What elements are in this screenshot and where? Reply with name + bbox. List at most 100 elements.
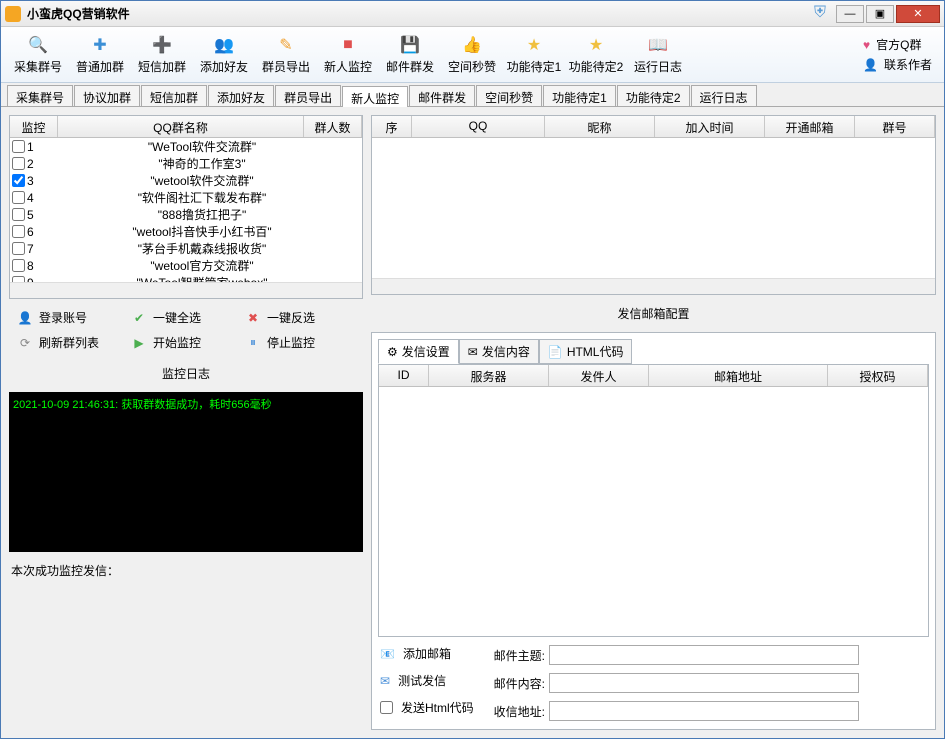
- result-col[interactable]: 昵称: [545, 116, 655, 137]
- left-column: 监控 QQ群名称 群人数 1"WeTool软件交流群"2"神奇的工作室3"3"w…: [9, 115, 363, 730]
- group-row[interactable]: 1"WeTool软件交流群": [10, 138, 362, 155]
- col-count[interactable]: 群人数: [304, 116, 362, 137]
- email-grid-header: ID服务器发件人邮箱地址授权码: [379, 365, 928, 387]
- inner-tab-2[interactable]: 📄HTML代码: [539, 339, 633, 364]
- group-row[interactable]: 5"888撸货扛把子": [10, 206, 362, 223]
- group-row[interactable]: 7"茅台手机戴森线报收货": [10, 240, 362, 257]
- stop-monitor-button[interactable]: ⏸停止监控: [245, 334, 355, 351]
- row-checkbox[interactable]: [12, 174, 25, 187]
- group-row[interactable]: 9"WeTool智群管家webox": [10, 274, 362, 282]
- titlebar: 小蛮虎QQ营销软件 ⛨ — ▣ ✕: [1, 1, 944, 27]
- add-email-button[interactable]: 📧添加邮箱: [380, 645, 474, 662]
- tab-icon: ⚙: [387, 345, 398, 359]
- toolbar-6[interactable]: 💾邮件群发: [379, 29, 441, 80]
- email-bottom-controls: 📧添加邮箱 ✉测试发信 发送Html代码 邮件主题: 邮件内容: 收信地址:: [372, 637, 935, 729]
- result-col[interactable]: 序: [372, 116, 412, 137]
- email-col[interactable]: 授权码: [828, 365, 928, 386]
- tab-icon: ✉: [468, 345, 478, 359]
- tab-6[interactable]: 邮件群发: [409, 85, 475, 106]
- toolbar-1[interactable]: ✚普通加群: [69, 29, 131, 80]
- result-col[interactable]: 加入时间: [655, 116, 765, 137]
- email-grid: ID服务器发件人邮箱地址授权码: [378, 364, 929, 637]
- inner-tab-1[interactable]: ✉发信内容: [459, 339, 539, 364]
- subject-input[interactable]: [549, 645, 859, 665]
- addr-input[interactable]: [549, 701, 859, 721]
- tab-0[interactable]: 采集群号: [7, 85, 73, 106]
- email-col[interactable]: ID: [379, 365, 429, 386]
- select-all-button[interactable]: ✔一键全选: [131, 309, 241, 326]
- refresh-button[interactable]: ⟳刷新群列表: [17, 334, 127, 351]
- group-grid-body[interactable]: 1"WeTool软件交流群"2"神奇的工作室3"3"wetool软件交流群"4"…: [10, 138, 362, 282]
- close-button[interactable]: ✕: [896, 5, 940, 23]
- result-col[interactable]: QQ: [412, 116, 545, 137]
- minimize-button[interactable]: —: [836, 5, 864, 23]
- tab-4[interactable]: 群员导出: [275, 85, 341, 106]
- toolbar-0[interactable]: 🔍采集群号: [7, 29, 69, 80]
- tab-5[interactable]: 新人监控: [342, 86, 408, 107]
- col-name[interactable]: QQ群名称: [58, 116, 304, 137]
- email-grid-body[interactable]: [379, 387, 928, 636]
- row-checkbox[interactable]: [12, 157, 25, 170]
- tab-2[interactable]: 短信加群: [141, 85, 207, 106]
- email-col[interactable]: 邮箱地址: [649, 365, 828, 386]
- h-scrollbar[interactable]: [10, 282, 362, 298]
- toolbar-7[interactable]: 👍空间秒赞: [441, 29, 503, 80]
- result-col[interactable]: 开通邮箱: [765, 116, 855, 137]
- test-send-button[interactable]: ✉测试发信: [380, 672, 474, 689]
- action-buttons: 👤登录账号 ✔一键全选 ✖一键反选 ⟳刷新群列表 ▶开始监控 ⏸停止监控: [9, 305, 363, 355]
- result-col[interactable]: 群号: [855, 116, 935, 137]
- row-checkbox[interactable]: [12, 208, 25, 221]
- official-group-link[interactable]: ♥官方Q群: [863, 36, 932, 53]
- log-console[interactable]: 2021-10-09 21:46:31: 获取群数据成功，耗时656毫秒: [9, 392, 363, 552]
- col-monitor[interactable]: 监控: [10, 116, 58, 137]
- tab-7[interactable]: 空间秒赞: [476, 85, 542, 106]
- toolbar-4[interactable]: ✎群员导出: [255, 29, 317, 80]
- contact-author-link[interactable]: 👤联系作者: [863, 56, 932, 73]
- app-icon: [5, 6, 21, 22]
- send-html-checkbox[interactable]: 发送Html代码: [380, 699, 474, 716]
- tab-1[interactable]: 协议加群: [74, 85, 140, 106]
- main-toolbar: 🔍采集群号✚普通加群➕短信加群👥添加好友✎群员导出■新人监控💾邮件群发👍空间秒赞…: [1, 27, 944, 83]
- login-button[interactable]: 👤登录账号: [17, 309, 127, 326]
- toolbar-8[interactable]: ★功能待定1: [503, 29, 565, 80]
- start-monitor-button[interactable]: ▶开始监控: [131, 334, 241, 351]
- email-inner-tabs: ⚙发信设置✉发信内容📄HTML代码: [372, 333, 935, 364]
- tab-3[interactable]: 添加好友: [208, 85, 274, 106]
- invert-select-button[interactable]: ✖一键反选: [245, 309, 355, 326]
- result-grid-body[interactable]: [372, 138, 935, 278]
- email-col[interactable]: 发件人: [549, 365, 649, 386]
- row-checkbox[interactable]: [12, 259, 25, 272]
- row-checkbox[interactable]: [12, 191, 25, 204]
- row-checkbox[interactable]: [12, 140, 25, 153]
- toolbar-5[interactable]: ■新人监控: [317, 29, 379, 80]
- toolbar-2[interactable]: ➕短信加群: [131, 29, 193, 80]
- email-config-panel: ⚙发信设置✉发信内容📄HTML代码 ID服务器发件人邮箱地址授权码 📧添加邮箱 …: [371, 332, 936, 730]
- monitor-result-panel: 序QQ昵称加入时间开通邮箱群号: [371, 115, 936, 295]
- tab-10[interactable]: 运行日志: [691, 85, 757, 106]
- result-grid-header: 序QQ昵称加入时间开通邮箱群号: [372, 116, 935, 138]
- app-window: 小蛮虎QQ营销软件 ⛨ — ▣ ✕ 🔍采集群号✚普通加群➕短信加群👥添加好友✎群…: [0, 0, 945, 739]
- group-row[interactable]: 2"神奇的工作室3": [10, 155, 362, 172]
- toolbar-3[interactable]: 👥添加好友: [193, 29, 255, 80]
- group-grid-header: 监控 QQ群名称 群人数: [10, 116, 362, 138]
- row-checkbox[interactable]: [12, 242, 25, 255]
- group-row[interactable]: 3"wetool软件交流群": [10, 172, 362, 189]
- right-column: 序QQ昵称加入时间开通邮箱群号 发信邮箱配置 ⚙发信设置✉发信内容📄HTML代码…: [371, 115, 936, 730]
- toolbar-10[interactable]: 📖运行日志: [627, 29, 689, 80]
- content-input[interactable]: [549, 673, 859, 693]
- row-checkbox[interactable]: [12, 225, 25, 238]
- inner-tab-0[interactable]: ⚙发信设置: [378, 339, 459, 364]
- help-button[interactable]: ⛨: [806, 5, 834, 23]
- tab-9[interactable]: 功能待定2: [617, 85, 690, 106]
- main-content: 监控 QQ群名称 群人数 1"WeTool软件交流群"2"神奇的工作室3"3"w…: [1, 107, 944, 738]
- email-col[interactable]: 服务器: [429, 365, 549, 386]
- toolbar-9[interactable]: ★功能待定2: [565, 29, 627, 80]
- status-line: 本次成功监控发信：: [9, 558, 363, 583]
- group-row[interactable]: 8"wetool官方交流群": [10, 257, 362, 274]
- group-row[interactable]: 4"软件阁社汇下载发布群": [10, 189, 362, 206]
- h-scrollbar-right[interactable]: [372, 278, 935, 294]
- tab-8[interactable]: 功能待定1: [543, 85, 616, 106]
- log-line: 2021-10-09 21:46:31: 获取群数据成功，耗时656毫秒: [13, 399, 272, 411]
- group-row[interactable]: 6"wetool抖音快手小红书百": [10, 223, 362, 240]
- maximize-button[interactable]: ▣: [866, 5, 894, 23]
